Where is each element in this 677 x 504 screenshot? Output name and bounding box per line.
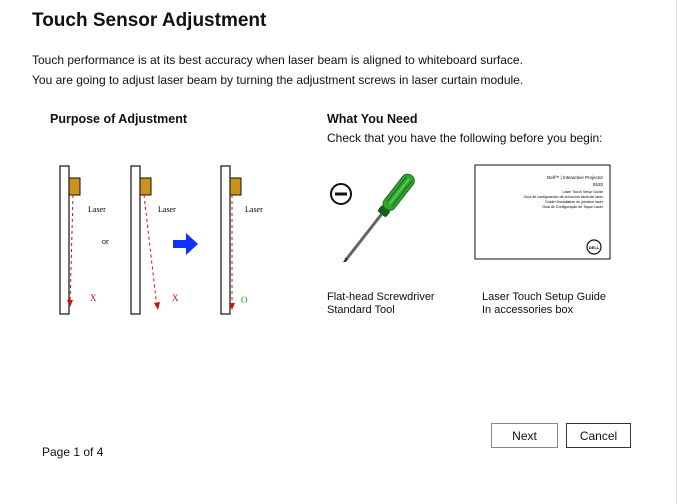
right-arrow-icon xyxy=(173,233,198,255)
laser-label-1: Laser xyxy=(88,205,106,214)
or-label: or xyxy=(102,237,109,246)
tool-note: In accessories box xyxy=(482,304,574,316)
laser-module-1 xyxy=(68,177,81,196)
tools-area: Dell™ | Interactive Projector S520 Laser… xyxy=(320,162,620,264)
need-subheading: Check that you have the following before… xyxy=(327,131,603,145)
booklet-line-2: S520 xyxy=(592,182,603,187)
laser-label-3: Laser xyxy=(245,205,263,214)
adjustment-diagram: Laser X or Laser X Laser O xyxy=(40,160,290,325)
whiteboard-2 xyxy=(130,165,141,315)
intro-line-1: Touch performance is at its best accurac… xyxy=(32,53,523,67)
adjustment-diagram-svg: Laser X or Laser X Laser O xyxy=(59,165,263,315)
purpose-heading: Purpose of Adjustment xyxy=(50,112,188,126)
tool-name: Flat-head Screwdriver xyxy=(327,291,435,303)
booklet-line-1: Dell™ | Interactive Projector xyxy=(547,175,603,180)
booklet-line-6: Guia de Configuração de Toque Laser xyxy=(542,205,603,209)
laser-beam-2 xyxy=(143,194,158,309)
good-mark: O xyxy=(241,295,248,305)
whiteboard-1 xyxy=(59,165,70,315)
bad-mark-1: X xyxy=(90,293,97,303)
need-heading: What You Need xyxy=(327,112,418,126)
tool-name: Laser Touch Setup Guide xyxy=(482,291,606,303)
laser-module-2 xyxy=(139,177,152,196)
cancel-button[interactable]: Cancel xyxy=(566,423,631,448)
page-indicator: Page 1 of 4 xyxy=(42,445,104,459)
wizard-window: Touch Sensor Adjustment Touch performanc… xyxy=(0,0,677,504)
laser-label-2: Laser xyxy=(158,205,176,214)
setup-guide-booklet-icon: Dell™ | Interactive Projector S520 Laser… xyxy=(474,164,611,260)
next-button[interactable]: Next xyxy=(491,423,558,448)
booklet-line-4: Guía de configuración de la función táct… xyxy=(523,195,603,199)
page-title: Touch Sensor Adjustment xyxy=(32,10,267,31)
flat-head-screw-icon xyxy=(330,183,352,205)
laser-beam-1 xyxy=(69,194,74,306)
laser-arrowhead-2 xyxy=(154,302,160,310)
dell-logo-text: DELL xyxy=(589,245,600,250)
whiteboard-3 xyxy=(220,165,231,315)
tool-item-screwdriver: Flat-head Screwdriver Standard Tool xyxy=(327,291,435,317)
screwdriver-icon xyxy=(343,173,415,264)
booklet-line-3: Laser Touch Setup Guide xyxy=(563,190,604,194)
bad-mark-2: X xyxy=(172,293,179,303)
laser-module-3 xyxy=(229,177,242,196)
intro-text: Touch performance is at its best accurac… xyxy=(32,50,523,90)
intro-line-2: You are going to adjust laser beam by tu… xyxy=(32,73,524,87)
tool-item-guide: Laser Touch Setup Guide In accessories b… xyxy=(482,291,606,317)
tool-note: Standard Tool xyxy=(327,304,395,316)
tools-svg: Dell™ | Interactive Projector S520 Laser… xyxy=(330,164,611,264)
booklet-line-5: Guide d'installation du pointeur laser xyxy=(545,200,604,204)
